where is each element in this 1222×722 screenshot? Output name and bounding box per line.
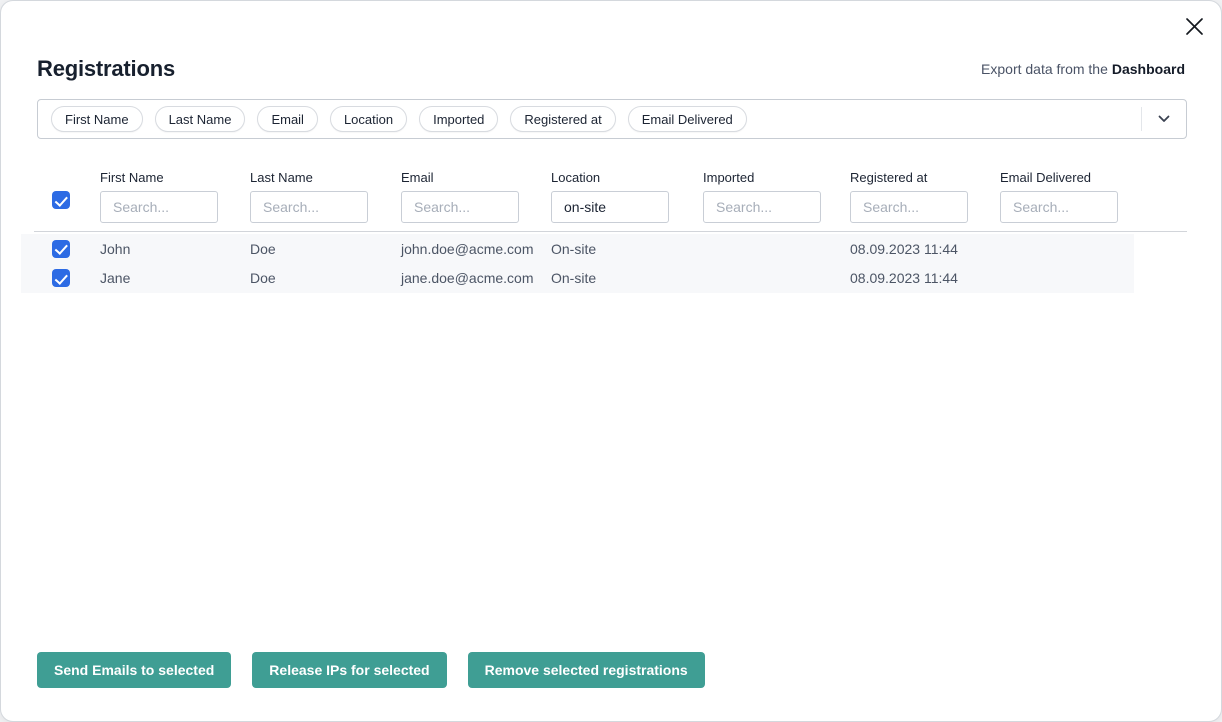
filter-pill-location[interactable]: Location — [330, 106, 407, 132]
table-cell: On-site — [551, 270, 596, 286]
column-label-location: Location — [551, 170, 600, 185]
column-label-first-name: First Name — [100, 170, 164, 185]
table-header-divider — [34, 231, 1187, 232]
table-cell: 08.09.2023 11:44 — [850, 270, 958, 286]
table-cell: 08.09.2023 11:44 — [850, 241, 958, 257]
export-hint: Export data from theDashboard — [981, 61, 1185, 77]
table-body: John Doe john.doe@acme.com On-site 08.09.202… — [21, 234, 1134, 293]
column-label-imported: Imported — [703, 170, 754, 185]
column-search-input-location[interactable] — [551, 191, 669, 223]
row-checkbox[interactable] — [52, 269, 70, 287]
filter-bar: First Name Last Name Email Location Imported… — [37, 99, 1187, 139]
export-hint-text: Export data from the — [981, 61, 1108, 77]
row-checkbox[interactable] — [52, 240, 70, 258]
chevron-down-icon — [1158, 115, 1170, 123]
table-cell: Jane — [100, 270, 130, 286]
table-cell: jane.doe@acme.com — [401, 270, 534, 286]
table-cell: john.doe@acme.com — [401, 241, 534, 257]
table-cell: John — [100, 241, 130, 257]
dashboard-link[interactable]: Dashboard — [1112, 61, 1185, 77]
action-button-send-emails-to-selected[interactable]: Send Emails to selected — [37, 652, 231, 688]
filter-pill-last-name[interactable]: Last Name — [155, 106, 246, 132]
column-search-input-last-name[interactable] — [250, 191, 368, 223]
close-icon — [1185, 17, 1204, 36]
filter-pill-registered-at[interactable]: Registered at — [510, 106, 615, 132]
column-label-last-name: Last Name — [250, 170, 313, 185]
action-button-release-ips-for-selected[interactable]: Release IPs for selected — [252, 652, 446, 688]
table-row: John Doe john.doe@acme.com On-site 08.09.202… — [21, 234, 1134, 264]
registrations-modal: Registrations Export data from theDashbo… — [0, 0, 1222, 722]
filter-pill-email-delivered[interactable]: Email Delivered — [628, 106, 747, 132]
filter-pill-email[interactable]: Email — [257, 106, 318, 132]
column-search-input-imported[interactable] — [703, 191, 821, 223]
filter-expand-button[interactable] — [1141, 100, 1186, 138]
table-cell: Doe — [250, 241, 276, 257]
filter-pill-first-name[interactable]: First Name — [51, 106, 143, 132]
action-buttons: Send Emails to selected Release IPs for s… — [37, 652, 705, 688]
column-search-input-first-name[interactable] — [100, 191, 218, 223]
column-search-input-email-delivered[interactable] — [1000, 191, 1118, 223]
table-row: Jane Doe jane.doe@acme.com On-site 08.09.202… — [21, 264, 1134, 294]
select-all-checkbox[interactable] — [52, 191, 70, 209]
column-label-registered-at: Registered at — [850, 170, 927, 185]
table-cell: Doe — [250, 270, 276, 286]
column-label-email-delivered: Email Delivered — [1000, 170, 1091, 185]
column-search-input-registered-at[interactable] — [850, 191, 968, 223]
page-title: Registrations — [37, 56, 175, 82]
table-cell: On-site — [551, 241, 596, 257]
column-label-email: Email — [401, 170, 434, 185]
action-button-remove-selected-registrations[interactable]: Remove selected registrations — [468, 652, 705, 688]
filter-pill-imported[interactable]: Imported — [419, 106, 498, 132]
close-button[interactable] — [1183, 15, 1205, 37]
column-search-input-email[interactable] — [401, 191, 519, 223]
